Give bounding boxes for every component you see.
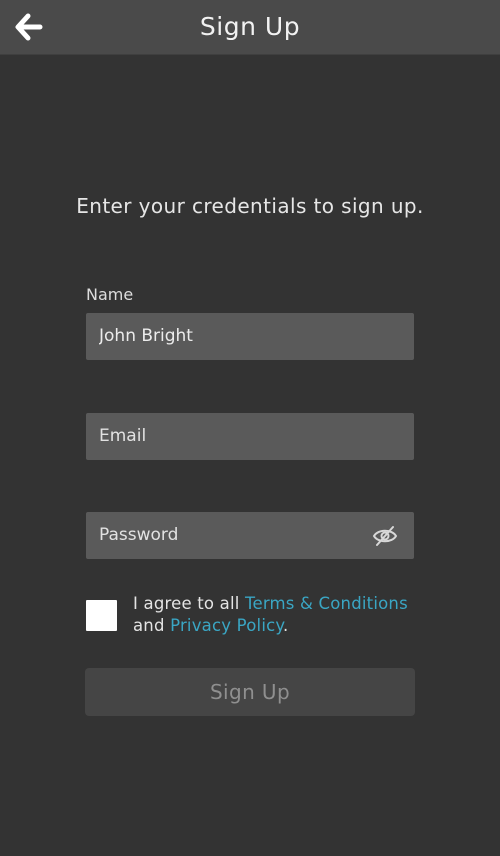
sign-up-button[interactable]: Sign Up xyxy=(85,668,415,716)
password-visibility-toggle[interactable] xyxy=(372,525,398,547)
agree-checkbox[interactable] xyxy=(86,600,117,631)
instruction-text: Enter your credentials to sign up. xyxy=(76,194,424,218)
eye-slash-icon xyxy=(372,526,398,546)
agreement-text-after: . xyxy=(283,616,289,635)
agreement-text-before: I agree to all xyxy=(133,594,245,613)
password-field[interactable] xyxy=(86,512,414,559)
agreement-text-middle: and xyxy=(133,616,171,635)
privacy-policy-link[interactable]: Privacy Policy xyxy=(170,616,283,635)
name-field[interactable] xyxy=(86,313,414,360)
email-field[interactable] xyxy=(86,413,414,460)
page-title: Sign Up xyxy=(199,12,301,41)
agreement-text: I agree to all Terms & Conditions and Pr… xyxy=(133,593,433,637)
name-label: Name xyxy=(86,285,134,304)
terms-link[interactable]: Terms & Conditions xyxy=(245,594,408,613)
app-header: Sign Up xyxy=(0,0,500,55)
